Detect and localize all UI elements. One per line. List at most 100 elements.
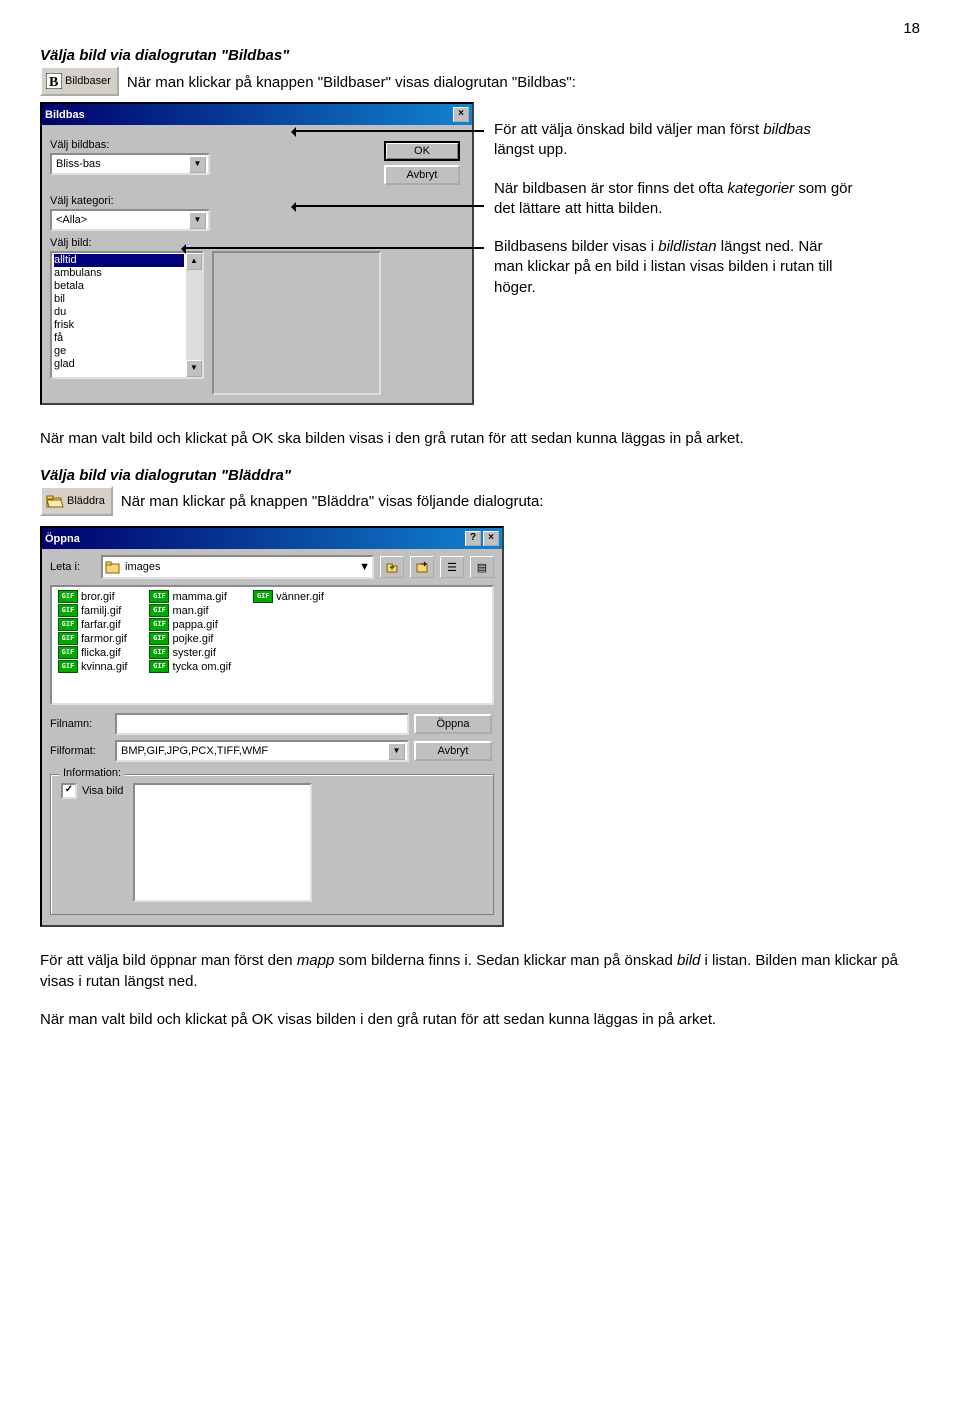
checkmark-icon: ✓: [61, 783, 77, 799]
gif-icon: GIF: [149, 646, 169, 659]
gif-icon: GIF: [253, 590, 273, 603]
bildbas-combo[interactable]: Bliss-bas ▼: [50, 153, 210, 175]
scroll-up-icon[interactable]: ▲: [186, 253, 202, 270]
scroll-down-icon[interactable]: ▼: [186, 360, 202, 377]
file-item[interactable]: GIFfarfar.gif: [58, 618, 127, 631]
bild-listbox[interactable]: alltid ambulans betala bil du frisk få g…: [50, 251, 204, 379]
list-item[interactable]: ge: [54, 345, 184, 358]
kategori-value: <Alla>: [56, 214, 87, 226]
section-heading-bildbas: Välja bild via dialogrutan "Bildbas": [40, 47, 920, 64]
help-icon[interactable]: ?: [465, 531, 481, 546]
ok-button[interactable]: OK: [384, 141, 460, 161]
gif-icon: GIF: [58, 618, 78, 631]
gif-icon: GIF: [149, 590, 169, 603]
kategori-combo[interactable]: <Alla> ▼: [50, 209, 210, 231]
list-item[interactable]: ambulans: [54, 267, 184, 280]
list-item[interactable]: glad: [54, 358, 184, 371]
avbryt-button[interactable]: Avbryt: [384, 165, 460, 185]
gif-icon: GIF: [149, 618, 169, 631]
annot1-p2a: När bildbasen är stor finns det ofta: [494, 180, 727, 197]
label-filformat: Filformat:: [50, 745, 110, 757]
list-item[interactable]: du: [54, 306, 184, 319]
gif-icon: GIF: [149, 660, 169, 673]
list-item[interactable]: frisk: [54, 319, 184, 332]
avbryt-button[interactable]: Avbryt: [414, 741, 492, 761]
annot1-p2b: kategorier: [727, 180, 794, 197]
file-item[interactable]: GIFvänner.gif: [253, 590, 324, 603]
trailer-p1a: För att välja bild öppnar man först den: [40, 952, 297, 969]
mid-paragraph: När man valt bild och klickat på OK ska …: [40, 429, 920, 449]
oppna-button[interactable]: Öppna: [414, 714, 492, 734]
file-item[interactable]: GIFpappa.gif: [149, 618, 231, 631]
close-icon[interactable]: ×: [453, 107, 469, 122]
chevron-down-icon[interactable]: ▼: [359, 561, 370, 573]
gif-icon: GIF: [149, 604, 169, 617]
info-group: Information: ✓ Visa bild: [50, 774, 494, 915]
bildbas-dialog-row: Bildbas × Välj bildbas: Bliss-bas ▼ OK A…: [40, 102, 920, 405]
file-list[interactable]: GIFbror.gifGIFfamilj.gifGIFfarfar.gifGIF…: [50, 585, 494, 705]
visa-bild-label: Visa bild: [82, 785, 123, 797]
file-name: familj.gif: [81, 605, 121, 617]
list-item[interactable]: betala: [54, 280, 184, 293]
info-label: Information:: [59, 767, 125, 779]
label-valj-bildbas: Välj bildbas:: [50, 139, 374, 151]
file-item[interactable]: GIFsyster.gif: [149, 646, 231, 659]
up-folder-icon[interactable]: [380, 556, 404, 578]
filnamn-input[interactable]: [115, 713, 409, 735]
trailer-p1c: som bilderna finns i. Sedan klickar man …: [334, 952, 677, 969]
trailer-p1d: bild: [677, 952, 700, 969]
list-item[interactable]: få: [54, 332, 184, 345]
file-item[interactable]: GIFtycka om.gif: [149, 660, 231, 673]
section-heading-bladdra: Välja bild via dialogrutan "Bläddra": [40, 467, 920, 484]
bladdra-button[interactable]: Bläddra: [40, 486, 113, 516]
details-view-icon[interactable]: ▤: [470, 556, 494, 578]
chevron-down-icon[interactable]: ▼: [388, 743, 405, 760]
list-item[interactable]: alltid: [54, 254, 184, 267]
file-item[interactable]: GIFfamilj.gif: [58, 604, 127, 617]
page-number: 18: [40, 20, 920, 37]
file-item[interactable]: GIFmamma.gif: [149, 590, 231, 603]
file-item[interactable]: GIFpojke.gif: [149, 632, 231, 645]
open-dialog: Öppna ? × Leta i: images ▼ ☰ ▤ GIFbror.g…: [40, 526, 504, 927]
annot1-p1b: bildbas: [763, 121, 811, 138]
folder-name: images: [125, 561, 355, 573]
list-item[interactable]: bil: [54, 293, 184, 306]
bildbaser-button[interactable]: B Bildbaser: [40, 66, 119, 96]
file-name: farfar.gif: [81, 619, 121, 631]
file-name: kvinna.gif: [81, 661, 127, 673]
file-item[interactable]: GIFkvinna.gif: [58, 660, 127, 673]
folder-combo[interactable]: images ▼: [101, 555, 374, 579]
annot1-p3a: Bildbasens bilder visas i: [494, 238, 658, 255]
file-name: flicka.gif: [81, 647, 121, 659]
file-item[interactable]: GIFbror.gif: [58, 590, 127, 603]
file-name: farmor.gif: [81, 633, 127, 645]
file-name: vänner.gif: [276, 591, 324, 603]
filformat-combo[interactable]: BMP,GIF,JPG,PCX,TIFF,WMF ▼: [115, 740, 409, 762]
file-item[interactable]: GIFflicka.gif: [58, 646, 127, 659]
preview-pane: [212, 251, 381, 395]
scrollbar[interactable]: ▲ ▼: [186, 253, 202, 377]
file-item[interactable]: GIFfarmor.gif: [58, 632, 127, 645]
trailer-p1: För att välja bild öppnar man först den …: [40, 951, 920, 992]
new-folder-icon[interactable]: [410, 556, 434, 578]
folder-open-icon: [46, 493, 64, 509]
file-item[interactable]: GIFman.gif: [149, 604, 231, 617]
open-title: Öppna: [45, 533, 80, 545]
visa-bild-checkbox[interactable]: ✓ Visa bild: [61, 783, 123, 799]
bildbas-title: Bildbas: [45, 109, 85, 121]
bildbas-annotation: För att välja önskad bild väljer man för…: [494, 102, 854, 298]
list-view-icon[interactable]: ☰: [440, 556, 464, 578]
trailer-p1b: mapp: [297, 952, 335, 969]
image-preview: [133, 783, 312, 902]
chevron-down-icon[interactable]: ▼: [189, 156, 206, 173]
letter-b-icon: B: [46, 73, 62, 89]
gif-icon: GIF: [58, 632, 78, 645]
file-name: pojke.gif: [172, 633, 213, 645]
bladdra-label: Bläddra: [67, 495, 105, 507]
file-name: tycka om.gif: [172, 661, 231, 673]
close-icon[interactable]: ×: [483, 531, 499, 546]
chevron-down-icon[interactable]: ▼: [189, 212, 206, 229]
trailer-p2: När man valt bild och klickat på OK visa…: [40, 1010, 920, 1030]
section1-text: När man klickar på knappen "Bildbaser" v…: [127, 74, 576, 91]
file-name: syster.gif: [172, 647, 215, 659]
